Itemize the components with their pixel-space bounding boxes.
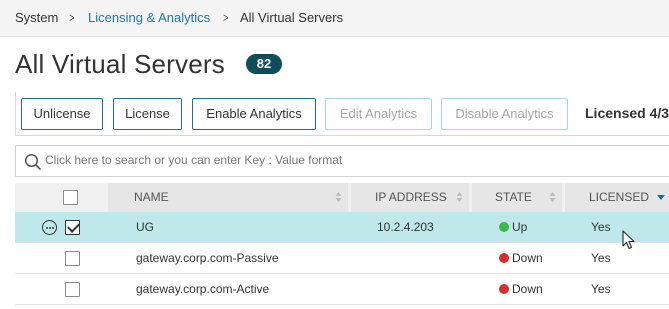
sort-icon — [549, 192, 556, 202]
cell-name: UG — [136, 220, 154, 234]
status-up-icon — [499, 222, 509, 232]
cursor-icon — [622, 230, 635, 250]
row-checkbox[interactable] — [65, 251, 80, 266]
status-down-icon — [499, 284, 509, 294]
page-title: All Virtual Servers — [15, 49, 225, 79]
column-header-licensed[interactable]: LICENSED — [565, 183, 669, 212]
status-down-icon — [499, 253, 509, 263]
table-row[interactable]: UG 10.2.4.203 Up Yes — [15, 212, 669, 243]
table-row[interactable]: gateway.corp.com-Active Down Yes — [15, 274, 669, 305]
count-badge: 82 — [246, 54, 282, 74]
header-checkbox-cell — [63, 183, 103, 212]
breadcrumb-licensing-analytics[interactable]: Licensing & Analytics — [88, 10, 210, 26]
chevron-right-icon: > — [69, 10, 75, 25]
licensed-summary: Licensed 4/3 — [585, 105, 669, 121]
row-checkbox[interactable] — [65, 282, 80, 297]
breadcrumb-current: All Virtual Servers — [240, 10, 344, 25]
breadcrumb: System > Licensing & Analytics > All Vir… — [0, 0, 669, 37]
license-button[interactable]: License — [113, 98, 182, 130]
sort-down-icon — [657, 195, 665, 200]
table-row[interactable]: gateway.corp.com-Passive Down Yes — [15, 243, 669, 274]
cell-state: Down — [499, 243, 543, 274]
enable-analytics-button[interactable]: Enable Analytics — [192, 98, 316, 130]
column-header-ip-address[interactable]: IP ADDRESS — [351, 183, 469, 212]
breadcrumb-system[interactable]: System — [15, 10, 58, 26]
cell-state: Up — [499, 212, 527, 243]
unlicense-button[interactable]: Unlicense — [21, 98, 103, 130]
cell-licensed: Yes — [591, 282, 611, 296]
search-icon — [24, 153, 42, 171]
edit-analytics-button[interactable]: Edit Analytics — [325, 98, 432, 130]
table-header: NAME IP ADDRESS STATE LICENSED — [15, 183, 669, 212]
sort-icon — [335, 192, 342, 202]
cell-state: Down — [499, 274, 543, 305]
chevron-right-icon: > — [223, 10, 229, 25]
column-header-name[interactable]: NAME — [108, 183, 348, 212]
cell-licensed: Yes — [591, 251, 611, 265]
select-all-checkbox[interactable] — [63, 190, 78, 205]
cell-name: gateway.corp.com-Active — [136, 282, 270, 296]
search-input[interactable] — [45, 153, 645, 167]
disable-analytics-button[interactable]: Disable Analytics — [441, 98, 568, 130]
column-header-state[interactable]: STATE — [472, 183, 562, 212]
sort-icon — [456, 192, 463, 202]
search-bar[interactable] — [15, 145, 669, 177]
cell-licensed: Yes — [591, 220, 611, 234]
cell-name: gateway.corp.com-Passive — [136, 251, 279, 265]
cell-ip-address: 10.2.4.203 — [377, 220, 434, 234]
row-checkbox[interactable] — [65, 220, 80, 235]
more-options-icon[interactable] — [42, 220, 57, 235]
